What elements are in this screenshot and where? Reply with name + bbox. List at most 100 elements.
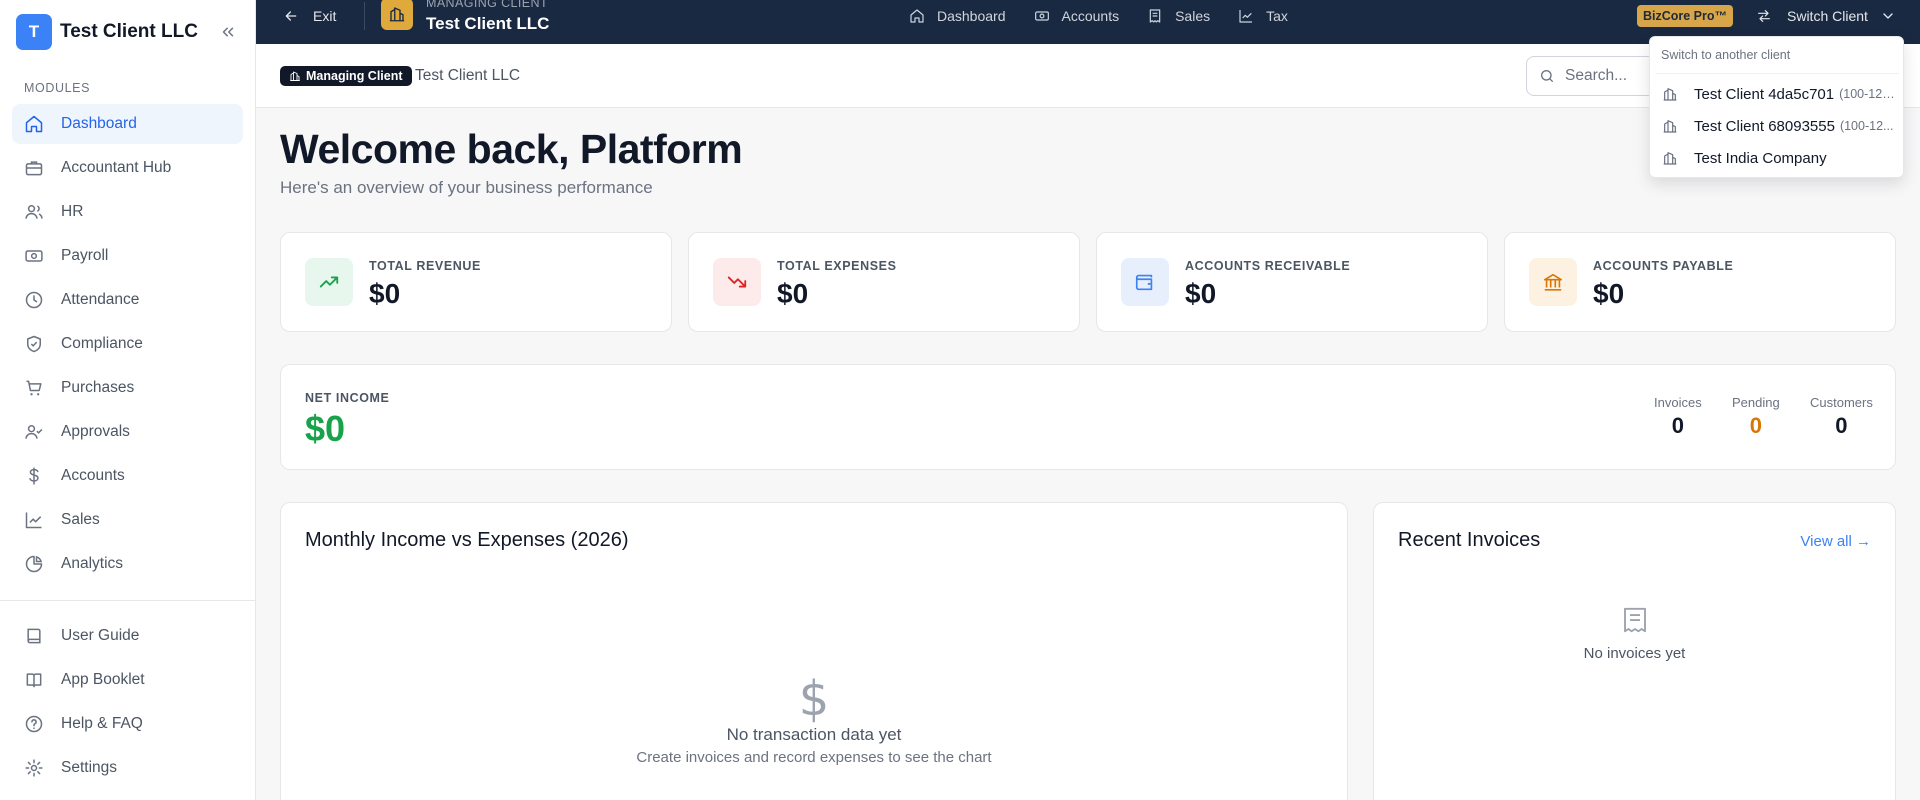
- stat-card-accounts-payable: ACCOUNTS PAYABLE $0: [1504, 232, 1896, 332]
- switch-client-button[interactable]: Switch Client: [1756, 4, 1896, 28]
- sidebar-item-approvals[interactable]: Approvals: [12, 412, 243, 452]
- swap-icon: [1756, 8, 1772, 24]
- sidebar-item-accounts[interactable]: Accounts: [12, 456, 243, 496]
- client-option-code: (100-123...: [1839, 87, 1899, 101]
- chart-card-title: Monthly Income vs Expenses (2026): [305, 529, 629, 551]
- stat-label: ACCOUNTS PAYABLE: [1593, 259, 1734, 273]
- topnav-tax[interactable]: Tax: [1238, 4, 1288, 28]
- income-expenses-chart-card: Monthly Income vs Expenses (2026) $ No t…: [280, 502, 1348, 800]
- sidebar-item-payroll[interactable]: Payroll: [12, 236, 243, 276]
- client-option[interactable]: Test Client 68093555 (100-12...: [1656, 111, 1899, 141]
- topnav-label: Sales: [1175, 8, 1211, 24]
- net-income-card: NET INCOME $0 Invoices 0 Pending 0 Custo…: [280, 364, 1896, 470]
- invoice-icon: [1620, 605, 1650, 635]
- search-input[interactable]: [1565, 67, 1645, 85]
- trending-down-icon: [726, 271, 748, 293]
- chart-empty-subtitle: Create invoices and record expenses to s…: [636, 749, 992, 766]
- stat-value: $0: [777, 278, 809, 309]
- topnav-label: Dashboard: [937, 8, 1006, 24]
- dropdown-title: Switch to another client: [1661, 48, 1791, 62]
- client-option[interactable]: Test Client 4da5c701 (100-123...: [1656, 79, 1899, 109]
- view-all-invoices-link[interactable]: View all →: [1800, 533, 1871, 550]
- brand-logo[interactable]: T: [16, 14, 52, 50]
- invoices-card-title: Recent Invoices: [1398, 529, 1541, 551]
- client-option-code: (100-12...: [1839, 119, 1894, 133]
- invoices-empty-state: No invoices yet: [1374, 605, 1895, 662]
- sidebar-item-accountant-hub[interactable]: Accountant Hub: [12, 148, 243, 188]
- dropdown-divider: [1656, 73, 1899, 74]
- shield-icon: [24, 334, 44, 354]
- sidebar-item-settings[interactable]: Settings: [12, 748, 243, 788]
- stat-label: TOTAL REVENUE: [369, 259, 481, 273]
- sidebar-item-label: App Booklet: [61, 671, 145, 688]
- home-icon: [24, 114, 44, 134]
- topnav-sales[interactable]: Sales: [1147, 4, 1210, 28]
- invoices-empty-text: No invoices yet: [1583, 645, 1686, 662]
- page-title: Welcome back, Platform: [280, 126, 743, 172]
- net-income-value: $0: [305, 408, 346, 449]
- sidebar-item-sales[interactable]: Sales: [12, 500, 243, 540]
- sidebar-item-purchases[interactable]: Purchases: [12, 368, 243, 408]
- dollar-icon: [24, 466, 44, 486]
- sidebar-item-label: Attendance: [61, 291, 140, 308]
- sidebar-item-app-booklet[interactable]: App Booklet: [12, 660, 243, 700]
- user-check-icon: [24, 422, 44, 442]
- sidebar-item-analytics[interactable]: Analytics: [12, 544, 243, 584]
- mini-stat-label: Customers: [1810, 395, 1873, 410]
- sidebar-item-help-faq[interactable]: Help & FAQ: [12, 704, 243, 744]
- briefcase-icon: [24, 158, 44, 178]
- home-icon: [909, 8, 925, 24]
- sidebar-item-hr[interactable]: HR: [12, 192, 243, 232]
- sidebar-nav: Dashboard Accountant Hub HR Payroll Atte…: [12, 104, 243, 588]
- topnav-accounts[interactable]: Accounts: [1034, 4, 1119, 28]
- sidebar-item-label: Sales: [61, 511, 100, 528]
- collapse-sidebar-button[interactable]: [216, 20, 240, 44]
- mini-stat-label: Pending: [1732, 395, 1780, 410]
- building-icon: [1662, 86, 1678, 102]
- sidebar-item-label: Dashboard: [61, 115, 137, 132]
- gear-icon: [24, 758, 44, 778]
- stat-icon-wrap: [305, 258, 353, 306]
- modules-section-label: MODULES: [24, 81, 91, 95]
- arrow-left-icon: [283, 8, 299, 24]
- managing-client-name: Test Client LLC: [426, 14, 550, 33]
- building-icon: [388, 5, 406, 23]
- receipt-icon: [1147, 8, 1163, 24]
- client-option[interactable]: Test India Company: [1656, 143, 1899, 173]
- help-icon: [24, 714, 44, 734]
- sidebar-item-compliance[interactable]: Compliance: [12, 324, 243, 364]
- sidebar-item-label: Compliance: [61, 335, 143, 352]
- sidebar-item-attendance[interactable]: Attendance: [12, 280, 243, 320]
- switch-client-dropdown: Switch to another client Test Client 4da…: [1649, 36, 1904, 178]
- stat-card-total-expenses: TOTAL EXPENSES $0: [688, 232, 1080, 332]
- stat-card-total-revenue: TOTAL REVENUE $0: [280, 232, 672, 332]
- stat-value: $0: [369, 278, 401, 309]
- banknote-icon: [1034, 8, 1050, 24]
- building-icon: [1662, 118, 1678, 134]
- stat-icon-wrap: [1529, 258, 1577, 306]
- sidebar-item-label: User Guide: [61, 627, 140, 644]
- building-icon: [1662, 150, 1678, 166]
- sidebar-bottom-nav: User Guide App Booklet Help & FAQ Settin…: [12, 616, 243, 792]
- brand-name: Test Client LLC: [60, 21, 198, 42]
- stat-card-accounts-receivable: ACCOUNTS RECEIVABLE $0: [1096, 232, 1488, 332]
- topnav-dashboard[interactable]: Dashboard: [909, 4, 1006, 28]
- pie-chart-icon: [24, 554, 44, 574]
- exit-label: Exit: [313, 8, 337, 24]
- sidebar-item-label: Purchases: [61, 379, 135, 396]
- client-logo: [381, 0, 413, 30]
- exit-button[interactable]: Exit: [283, 4, 336, 28]
- trending-up-icon: [318, 271, 340, 293]
- stat-label: TOTAL EXPENSES: [777, 259, 897, 273]
- client-option-name: Test Client 68093555: [1694, 117, 1835, 135]
- booklet-icon: [24, 670, 44, 690]
- brand: T Test Client LLC: [16, 14, 240, 50]
- top-nav: Dashboard Accounts Sales Tax: [909, 4, 1316, 28]
- client-option-name: Test Client 4da5c701: [1694, 85, 1835, 103]
- stat-value: $0: [1593, 278, 1625, 309]
- sidebar-item-label: Payroll: [61, 247, 109, 264]
- sidebar-item-dashboard[interactable]: Dashboard: [12, 104, 243, 144]
- sidebar: T Test Client LLC MODULES Dashboard Acco…: [0, 0, 256, 800]
- trend-icon: [1238, 8, 1254, 24]
- sidebar-item-user-guide[interactable]: User Guide: [12, 616, 243, 656]
